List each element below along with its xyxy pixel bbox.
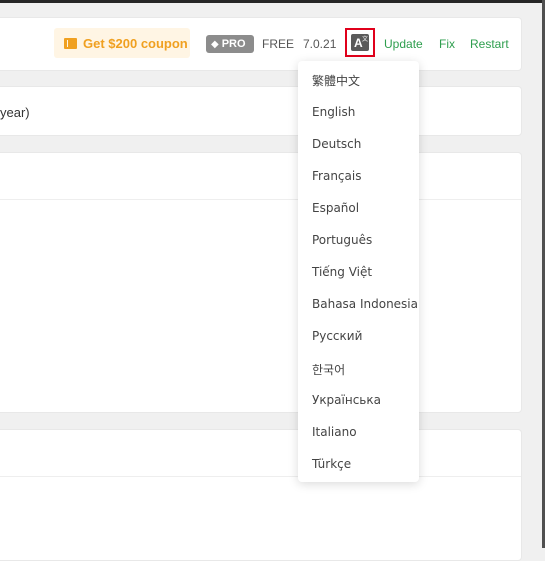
pro-badge[interactable]: ◆ PRO (206, 35, 254, 53)
language-button[interactable]: A (345, 28, 375, 57)
language-option[interactable]: English (312, 105, 355, 119)
language-option[interactable]: Español (312, 201, 359, 215)
language-menu: 繁體中文 English Deutsch Français Español Po… (298, 61, 419, 482)
restart-link[interactable]: Restart (470, 37, 509, 51)
info-text: year) (0, 105, 30, 120)
language-option[interactable]: Français (312, 169, 361, 183)
language-option[interactable]: Italiano (312, 425, 357, 439)
content-card-lower (0, 429, 522, 561)
language-option[interactable]: Bahasa Indonesia (312, 297, 418, 311)
coupon-button[interactable]: Get $200 coupon (54, 28, 190, 58)
language-option[interactable]: Deutsch (312, 137, 361, 151)
language-option[interactable]: Türkçe (312, 457, 351, 471)
ticket-icon (64, 37, 77, 49)
card-divider (0, 476, 521, 477)
card-divider (0, 199, 521, 200)
version-label: 7.0.21 (303, 37, 337, 51)
info-card (0, 86, 522, 136)
diamond-icon: ◆ (211, 38, 219, 50)
content-card (0, 152, 522, 413)
language-option[interactable]: 繁體中文 (312, 72, 360, 89)
language-option[interactable]: Українська (312, 393, 381, 407)
plan-label: FREE (262, 37, 295, 51)
language-option[interactable]: Русский (312, 329, 362, 343)
pro-label: PRO (221, 38, 246, 50)
language-option[interactable]: 한국어 (312, 361, 345, 378)
update-link[interactable]: Update (384, 37, 423, 51)
window-top-bar (0, 0, 545, 3)
translate-icon: A (351, 34, 369, 51)
fix-link[interactable]: Fix (439, 37, 455, 51)
language-option[interactable]: Português (312, 233, 372, 247)
language-option[interactable]: Tiếng Việt (312, 265, 372, 279)
coupon-label: Get $200 coupon (83, 35, 188, 51)
